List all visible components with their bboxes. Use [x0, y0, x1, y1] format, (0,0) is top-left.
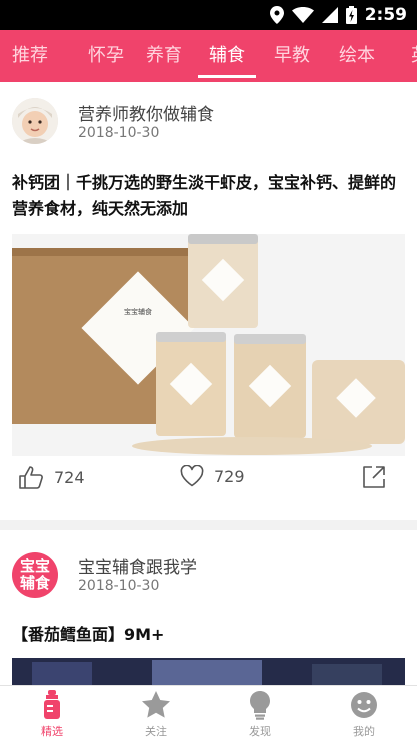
location-icon	[269, 6, 284, 24]
post-actions: 724 729	[0, 465, 417, 515]
post-date: 2018-10-30	[78, 125, 160, 141]
status-bar: 2:59	[0, 0, 417, 30]
nav-discover[interactable]: 发现	[220, 690, 300, 739]
dried-shrimp-product-image	[12, 234, 405, 456]
author-name[interactable]: 营养师教你做辅食	[78, 100, 214, 125]
post-date: 2018-10-30	[78, 578, 160, 594]
bottom-nav: 精选 关注 发现 我的	[0, 685, 417, 742]
status-time: 2:59	[364, 5, 407, 25]
nav-following-label: 关注	[145, 725, 167, 738]
nav-featured-label: 精选	[41, 725, 63, 738]
nav-following[interactable]: 关注	[116, 690, 196, 739]
share-icon	[363, 466, 385, 488]
post-card[interactable]: 宝宝辅食 宝宝辅食跟我学 2018-10-30 【番茄鳕鱼面】9M+	[0, 530, 417, 698]
nav-featured[interactable]: 精选	[12, 690, 92, 739]
tab-pregnancy[interactable]: 怀孕	[78, 30, 134, 82]
post-title[interactable]: 补钙团｜千挑万选的野生淡干虾皮，宝宝补钙、提鲜的营养食材，纯天然无添加	[12, 170, 405, 222]
thumbs-up-icon	[19, 466, 43, 489]
nav-mine-label: 我的	[353, 725, 375, 738]
active-tab-indicator	[198, 75, 256, 78]
like-button[interactable]: 724	[18, 465, 85, 489]
like-count: 724	[54, 467, 85, 487]
category-tab-bar: 推荐 怀孕 养育 辅食 早教 绘本 英	[0, 30, 417, 82]
post-card[interactable]: 营养师教你做辅食 2018-10-30 补钙团｜千挑万选的野生淡干虾皮，宝宝补钙…	[0, 82, 417, 520]
bulb-icon	[250, 691, 270, 720]
battery-charging-icon	[345, 6, 357, 24]
favorite-count: 729	[214, 466, 245, 486]
post-image[interactable]: 宝宝辅食	[12, 234, 405, 456]
avatar[interactable]: 宝宝辅食	[12, 552, 58, 598]
share-button[interactable]	[362, 465, 386, 489]
star-icon	[142, 691, 170, 718]
favorite-button[interactable]: 729	[180, 465, 245, 487]
avatar-text: 宝宝辅食	[19, 557, 50, 592]
tab-early-education[interactable]: 早教	[264, 30, 320, 82]
post-title[interactable]: 【番茄鳕鱼面】9M+	[12, 622, 405, 648]
image-brand-label: 宝宝辅食	[124, 308, 152, 316]
baby-avatar-icon	[12, 98, 58, 144]
tab-recommended[interactable]: 推荐	[2, 30, 58, 82]
tab-english[interactable]: 英	[392, 30, 417, 82]
nav-discover-label: 发现	[249, 725, 271, 738]
avatar[interactable]	[12, 98, 58, 144]
bottle-icon	[44, 690, 60, 719]
tab-picture-books[interactable]: 绘本	[329, 30, 385, 82]
signal-icon	[321, 7, 338, 23]
nav-mine[interactable]: 我的	[324, 690, 404, 739]
smiley-icon	[351, 692, 377, 718]
heart-icon	[180, 465, 204, 487]
tab-parenting[interactable]: 养育	[136, 30, 192, 82]
author-name[interactable]: 宝宝辅食跟我学	[78, 553, 197, 578]
wifi-icon	[291, 7, 314, 23]
